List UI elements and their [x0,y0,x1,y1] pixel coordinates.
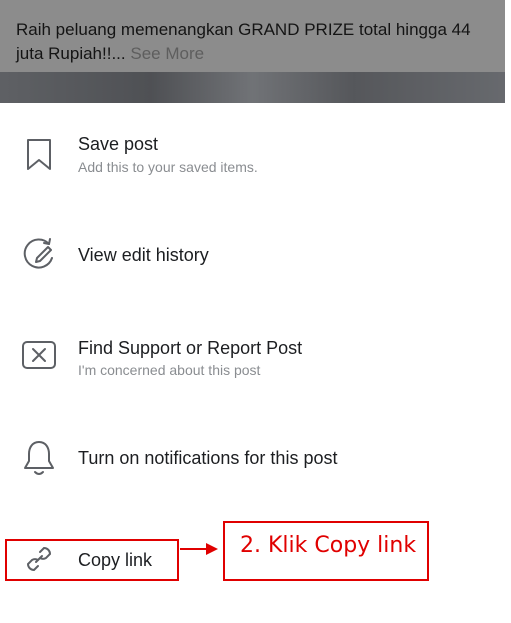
menu-item-report-post[interactable]: Find Support or Report Post I'm concerne… [0,332,505,392]
menu-item-title: Save post [78,134,159,154]
post-text: Raih peluang memenangkan GRAND PRIZE tot… [16,18,486,66]
bookmark-icon [16,132,62,178]
menu-item-title: Turn on notifications for this post [78,448,338,468]
report-icon [16,332,62,378]
post-photo [0,72,505,103]
menu-item-notifications[interactable]: Turn on notifications for this post [0,433,505,493]
post-caption: Raih peluang memenangkan GRAND PRIZE tot… [16,20,471,63]
annotation-callout: 2. Klik Copy link [223,521,429,581]
annotation-callout-text: 2. Klik Copy link [240,533,417,558]
see-more-link[interactable]: See More [130,44,204,63]
screen-edge [505,0,511,623]
edit-history-icon [16,232,62,278]
annotation-arrow-line [180,548,208,550]
post-preview[interactable]: Raih peluang memenangkan GRAND PRIZE tot… [0,0,505,103]
annotation-arrow-icon [206,543,218,555]
menu-item-save-post[interactable]: Save post Add this to your saved items. [0,128,505,188]
bell-icon [16,435,62,481]
annotation-highlight-box [5,539,179,581]
page: Raih peluang memenangkan GRAND PRIZE tot… [0,0,511,623]
menu-item-title: View edit history [78,245,209,265]
menu-item-view-edit-history[interactable]: View edit history [0,230,505,290]
menu-item-subtitle: I'm concerned about this post [78,362,261,378]
menu-item-subtitle: Add this to your saved items. [78,159,258,175]
menu-item-title: Find Support or Report Post [78,338,303,358]
